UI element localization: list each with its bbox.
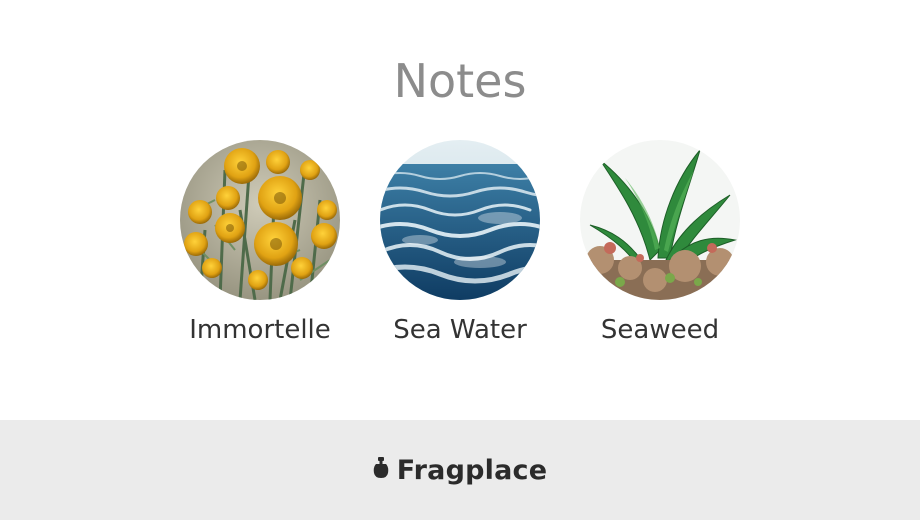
brand-logo-link[interactable]: Fragplace [373, 455, 548, 486]
note-item-seaweed[interactable]: Seaweed [560, 140, 760, 347]
sea-water-image[interactable] [380, 140, 540, 300]
notes-list: Immortelle Sea Water Seaweed [0, 0, 920, 420]
perfume-bottle-icon [373, 457, 389, 483]
brand-name: Fragplace [396, 454, 548, 486]
note-label-sea-water[interactable]: Sea Water [360, 313, 560, 347]
note-label-immortelle[interactable]: Immortelle [160, 313, 360, 347]
note-item-sea-water[interactable]: Sea Water [360, 140, 560, 347]
footer: Fragplace [0, 420, 920, 520]
note-item-immortelle[interactable]: Immortelle [160, 140, 360, 347]
seaweed-image[interactable] [580, 140, 740, 300]
immortelle-image[interactable] [180, 140, 340, 300]
note-label-seaweed[interactable]: Seaweed [560, 313, 760, 347]
